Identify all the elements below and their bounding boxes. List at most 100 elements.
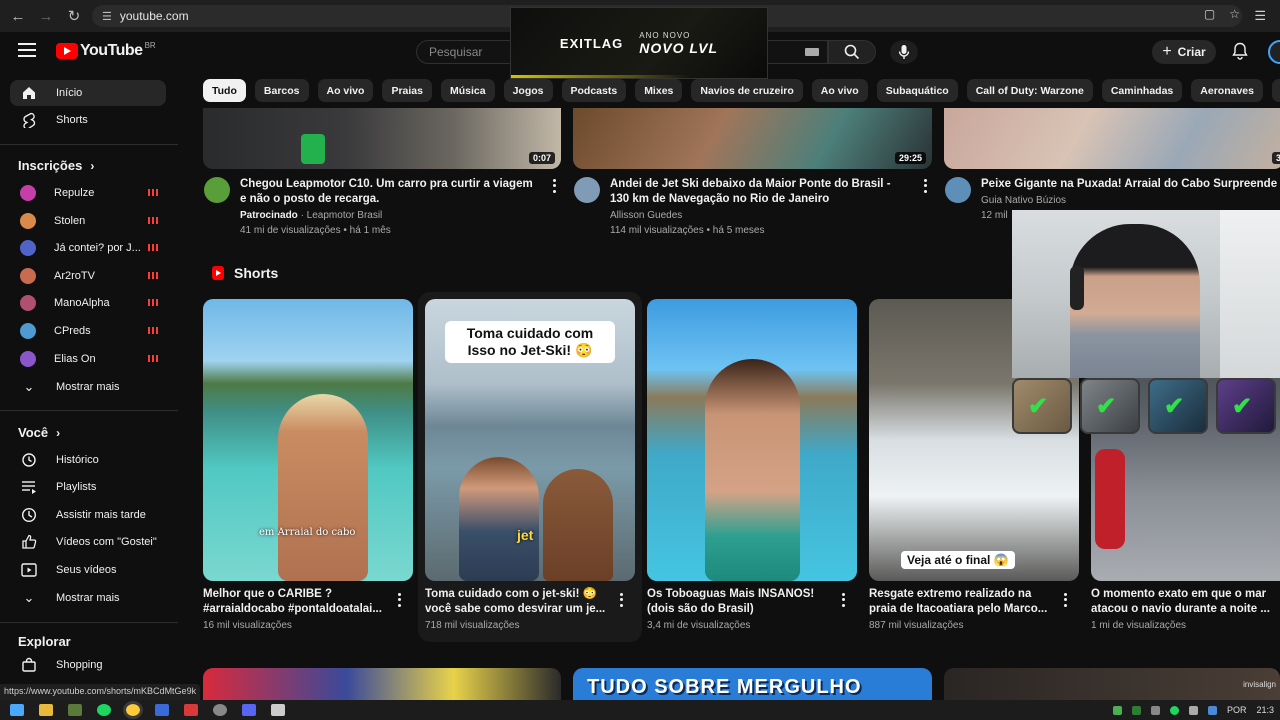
browser-menu-icon[interactable]: ☰ [1254, 8, 1266, 24]
channel-name[interactable]: Guia Nativo Búzios [981, 193, 1280, 208]
video-thumbnail[interactable]: TUDO SOBRE MERGULHO [573, 668, 932, 700]
app-icon[interactable] [68, 704, 82, 716]
tray-icon[interactable] [1112, 705, 1122, 715]
short-title[interactable]: Toma cuidado com o jet-ski! 😳 você sabe … [425, 587, 610, 617]
sidebar-item-manoalpha[interactable]: ManoAlpha [10, 290, 166, 316]
sidebar-item-shopping[interactable]: Shopping [10, 652, 166, 678]
sidebar-show-more-subscriptions[interactable]: ⌄ Mostrar mais [10, 374, 166, 400]
keyboard-language[interactable]: POR [1227, 705, 1247, 715]
more-actions-icon[interactable] [616, 592, 626, 608]
tray-icon[interactable] [1207, 705, 1217, 715]
video-title[interactable]: Peixe Gigante na Puxada! Arraial do Cabo… [981, 177, 1280, 192]
chip-call-of-duty-warzone[interactable]: Call of Duty: Warzone [966, 79, 1093, 102]
more-actions-icon[interactable] [838, 592, 848, 608]
short-card[interactable] [647, 299, 857, 581]
more-actions-icon[interactable] [394, 592, 404, 608]
video-thumbnail[interactable]: invisalign [944, 668, 1280, 700]
chip-podcasts[interactable]: Podcasts [561, 79, 627, 102]
sidebar-item-liked-videos[interactable]: Vídeos com "Gostei" [10, 529, 166, 555]
chip-caminhadas[interactable]: Caminhadas [1101, 79, 1183, 102]
guide-menu-icon[interactable] [18, 43, 36, 57]
chip-subaquatico[interactable]: Subaquático [876, 79, 958, 102]
you-heading[interactable]: Você › [18, 425, 60, 440]
discord-icon[interactable] [242, 704, 256, 716]
app-icon[interactable] [271, 704, 285, 716]
sidebar-item-cpreds[interactable]: CPreds [10, 318, 166, 344]
app-icon[interactable] [184, 704, 198, 716]
more-actions-icon[interactable] [1060, 592, 1070, 608]
chip-more[interactable]: Mo [1271, 79, 1280, 102]
sidebar-item-elias-on[interactable]: Elias On [10, 346, 166, 372]
sidebar-item-stolen[interactable]: Stolen [10, 208, 166, 234]
chip-jogos[interactable]: Jogos [503, 79, 553, 102]
notifications-bell-icon[interactable] [1230, 41, 1250, 61]
video-thumbnail[interactable]: 0:07 [203, 108, 561, 169]
sidebar-item-watch-later[interactable]: Assistir mais tarde [10, 502, 166, 528]
short-card[interactable]: Toma cuidado com Isso no Jet-Ski! 😳 jet [425, 299, 635, 581]
create-button[interactable]: + Criar [1152, 40, 1216, 64]
tray-icon[interactable] [1169, 705, 1179, 715]
voice-search-button[interactable] [890, 40, 918, 64]
video-title-line2[interactable]: e não o posto de recarga. [240, 192, 550, 207]
chip-tudo[interactable]: Tudo [203, 79, 246, 102]
sidebar-show-more-you[interactable]: ⌄ Mostrar mais [10, 585, 166, 611]
windows-start-icon[interactable] [10, 704, 24, 716]
sidebar-item-ja-contei[interactable]: Já contei? por J... [10, 235, 166, 261]
short-title[interactable]: Melhor que o CARIBE ? #arraialdocabo #po… [203, 587, 388, 617]
video-title[interactable]: Chegou Leapmotor C10. Um carro pra curti… [240, 177, 550, 192]
sidebar-item-repulze[interactable]: Repulze [10, 180, 166, 206]
channel-name[interactable]: · Leapmotor Brasil [301, 210, 383, 221]
sidebar-item-home[interactable]: Início [10, 80, 166, 106]
channel-avatar[interactable] [945, 177, 971, 203]
tray-icon[interactable] [1150, 705, 1160, 715]
short-title[interactable]: Os Toboaguas Mais INSANOS! (dois são do … [647, 587, 832, 617]
sidebar-item-your-videos[interactable]: Seus vídeos [10, 557, 166, 583]
more-actions-icon[interactable] [549, 178, 559, 194]
youtube-logo[interactable]: YouTube BR [56, 41, 156, 60]
channel-name[interactable]: Allisson Guedes [610, 208, 910, 223]
chip-aeronaves[interactable]: Aeronaves [1191, 79, 1263, 102]
forward-icon[interactable]: → [32, 2, 60, 30]
short-title[interactable]: O momento exato em que o mar atacou o na… [1091, 587, 1276, 617]
spotify-icon[interactable] [97, 704, 111, 716]
tray-icon[interactable] [1188, 705, 1198, 715]
tray-icon[interactable] [1131, 705, 1141, 715]
chip-navios-de-cruzeiro[interactable]: Navios de cruzeiro [691, 79, 803, 102]
shopping-icon [20, 656, 38, 674]
chip-praias[interactable]: Praias [382, 79, 432, 102]
video-thumbnail[interactable] [203, 668, 561, 700]
account-avatar[interactable] [1268, 40, 1280, 64]
install-app-icon[interactable]: ▢ [1204, 7, 1215, 21]
app-icon[interactable] [213, 704, 227, 716]
reload-icon[interactable]: ↻ [60, 2, 88, 30]
clock[interactable]: 21:3 [1256, 705, 1274, 715]
exitlag-ad-overlay[interactable]: EXITLAG ANO NOVO NOVO LVL [510, 7, 768, 79]
chip-mixes[interactable]: Mixes [635, 79, 683, 102]
video-thumbnail[interactable]: 29:25 [573, 108, 932, 169]
sidebar-item-ar2rotv[interactable]: Ar2roTV [10, 263, 166, 289]
video-thumbnail[interactable]: 30 [944, 108, 1280, 169]
channel-avatar[interactable] [574, 177, 600, 203]
channel-avatar[interactable] [204, 177, 230, 203]
video-title-line2[interactable]: 130 km de Navegação no Rio de Janeiro [610, 192, 910, 207]
video-title[interactable]: Andei de Jet Ski debaixo da Maior Ponte … [610, 177, 910, 192]
keyboard-icon[interactable] [805, 48, 819, 56]
sidebar-item-shorts[interactable]: Shorts [10, 107, 166, 133]
more-actions-icon[interactable] [920, 178, 930, 194]
sidebar-item-history[interactable]: Histórico [10, 447, 166, 473]
chip-ao-vivo-2[interactable]: Ao vivo [811, 79, 868, 102]
sidebar-item-playlists[interactable]: Playlists [10, 474, 166, 500]
search-button[interactable] [828, 40, 876, 64]
chrome-icon[interactable] [123, 701, 143, 719]
site-info-icon[interactable]: ☰ [102, 10, 112, 23]
bookmark-star-icon[interactable]: ☆ [1229, 7, 1240, 21]
short-title[interactable]: Resgate extremo realizado na praia de It… [869, 587, 1054, 617]
subscriptions-heading[interactable]: Inscrições › [18, 158, 94, 173]
short-card[interactable]: em Arraial do cabo [203, 299, 413, 581]
chip-ao-vivo[interactable]: Ao vivo [317, 79, 374, 102]
chip-barcos[interactable]: Barcos [254, 79, 309, 102]
chip-musica[interactable]: Música [440, 79, 495, 102]
file-explorer-icon[interactable] [39, 704, 53, 716]
back-icon[interactable]: ← [4, 2, 32, 30]
app-icon[interactable] [155, 704, 169, 716]
